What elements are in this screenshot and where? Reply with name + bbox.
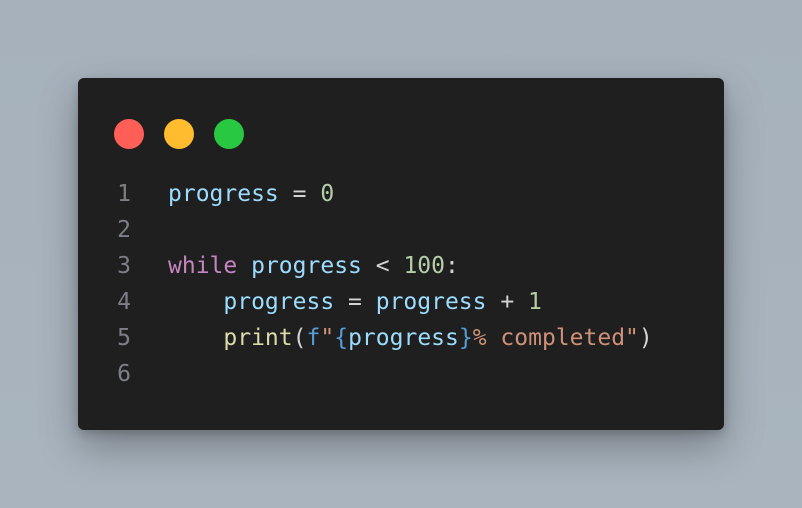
code-line: 6 (78, 356, 724, 392)
code-token: ) (638, 325, 653, 351)
window-controls (114, 119, 244, 149)
code-token: % completed" (472, 325, 639, 351)
code-token: " (320, 325, 335, 351)
close-button[interactable] (114, 119, 144, 149)
code-token: f (306, 325, 321, 351)
code-token: 100 (403, 253, 445, 279)
code-token: progress (375, 289, 487, 315)
code-line: 3 while progress < 100: (78, 248, 724, 284)
code-token: 0 (320, 181, 335, 207)
line-number: 5 (117, 325, 131, 351)
code-token: < (361, 253, 404, 279)
code-window: 1 progress = 0 2 3 while progress < 100: 4 pr… (78, 78, 724, 430)
code-token: print (223, 325, 293, 351)
line-code: print(f"{progress}% completed") (168, 320, 653, 356)
code-token: = (278, 181, 321, 207)
code-line: 1 progress = 0 (78, 176, 724, 212)
line-code: progress = 0 (168, 176, 334, 212)
code-token: progress (251, 253, 362, 279)
code-line: 4 progress = progress + 1 (78, 284, 724, 320)
line-number: 1 (117, 181, 131, 207)
code-token: progress (168, 181, 279, 207)
code-line: 2 (78, 212, 724, 248)
code-token: = (334, 289, 376, 315)
code-token: + (486, 289, 529, 315)
code-token: 1 (528, 289, 542, 315)
maximize-button[interactable] (214, 119, 244, 149)
code-token: progress (223, 289, 335, 315)
code-token: while (168, 253, 238, 279)
code-line: 5 print(f"{progress}% completed") (78, 320, 724, 356)
code-block: 1 progress = 0 2 3 while progress < 100: 4 pr… (78, 176, 724, 392)
code-token: ( (292, 325, 307, 351)
line-code: while progress < 100: (168, 248, 459, 284)
code-token: { (334, 325, 349, 351)
line-code: progress = progress + 1 (168, 284, 542, 320)
code-token: } (458, 325, 473, 351)
code-token: : (444, 253, 459, 279)
code-token: progress (348, 325, 459, 351)
minimize-button[interactable] (164, 119, 194, 149)
line-number: 3 (117, 253, 131, 279)
line-number: 6 (117, 361, 131, 387)
line-number: 4 (117, 289, 131, 315)
line-number: 2 (117, 217, 131, 243)
